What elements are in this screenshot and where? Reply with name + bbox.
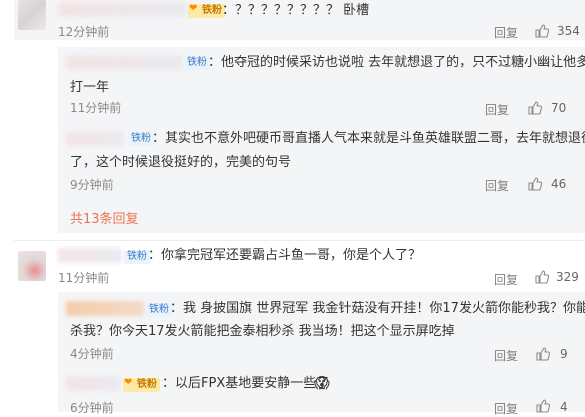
like-count: 354 bbox=[557, 24, 580, 38]
comment-text: ：？？？？？？？？ 卧槽 bbox=[222, 3, 370, 18]
fan-badge-icon: ❤ bbox=[124, 377, 133, 388]
comment-text: ：你拿完冠军还要霸占斗鱼一哥，你是个人了？ bbox=[148, 248, 422, 263]
like-count: 70 bbox=[551, 101, 567, 115]
reply-button[interactable]: 回复 bbox=[494, 400, 518, 417]
thumbs-up-icon[interactable] bbox=[527, 100, 543, 116]
thumbs-up-icon[interactable] bbox=[527, 176, 543, 192]
avatar[interactable] bbox=[18, 251, 46, 281]
comment-text: ：其实也不意外吧硬币哥直播人气本来就是斗鱼英雄联盟二哥，去年就想退役 bbox=[152, 131, 585, 146]
comment-text-line2: 打一年 bbox=[70, 80, 110, 95]
fan-badge: 铁粉 bbox=[146, 303, 172, 317]
like-count: 9 bbox=[560, 347, 568, 361]
username[interactable] bbox=[58, 248, 122, 263]
reply-button[interactable]: 回复 bbox=[494, 24, 518, 41]
like-count: 329 bbox=[556, 270, 579, 284]
reply-button[interactable]: 回复 bbox=[494, 347, 518, 364]
comment-text: ：他夺冠的时候采访也说啦 去年就想退了的，只不过糖小幽让他多 bbox=[208, 55, 585, 70]
username[interactable] bbox=[66, 131, 124, 146]
username[interactable] bbox=[66, 376, 120, 391]
comment-text-line2: 了，这个时候退役挺好的，完美的句号 bbox=[70, 155, 292, 170]
avatar[interactable] bbox=[18, 0, 46, 30]
fan-badge: 铁粉 bbox=[128, 132, 154, 146]
username[interactable] bbox=[66, 55, 182, 70]
thumbs-up-icon[interactable] bbox=[535, 346, 551, 362]
comment-time: 6分钟前 bbox=[70, 401, 114, 415]
fan-badge: 铁粉 bbox=[184, 56, 210, 70]
fan-badge-icon: ❤ bbox=[189, 3, 198, 14]
reply-button[interactable]: 回复 bbox=[494, 271, 518, 288]
like-count: 46 bbox=[551, 177, 567, 191]
comment-time: 11分钟前 bbox=[70, 101, 122, 115]
thumbs-up-icon[interactable] bbox=[534, 269, 550, 285]
username[interactable] bbox=[66, 301, 144, 316]
reply-button[interactable]: 回复 bbox=[485, 177, 509, 194]
comment-time: 12分钟前 bbox=[58, 25, 110, 39]
comment-text: ：我 身披国旗 世界冠军 我金针菇没有开挂！你17发火箭你能秒我？你能秒 bbox=[170, 301, 585, 316]
more-replies-link[interactable]: 共13条回复 bbox=[70, 208, 139, 227]
comment-time: 11分钟前 bbox=[58, 271, 110, 285]
comment-text: ：以后FPX基地要安静一些了 bbox=[162, 376, 330, 391]
fan-badge: 铁粉 bbox=[124, 250, 150, 264]
comment-text-line2: 杀我？你今天17发火箭能把金泰相秒杀 我当场！把这个显示屏吃掉 bbox=[70, 324, 455, 339]
username[interactable] bbox=[58, 2, 186, 17]
divider bbox=[14, 240, 585, 241]
comment-time: 4分钟前 bbox=[70, 347, 114, 361]
shocked-emoji-icon: 😱 bbox=[314, 374, 330, 392]
comment-time: 9分钟前 bbox=[70, 178, 114, 192]
thumbs-up-icon[interactable] bbox=[534, 23, 550, 39]
reply-button[interactable]: 回复 bbox=[485, 101, 509, 118]
